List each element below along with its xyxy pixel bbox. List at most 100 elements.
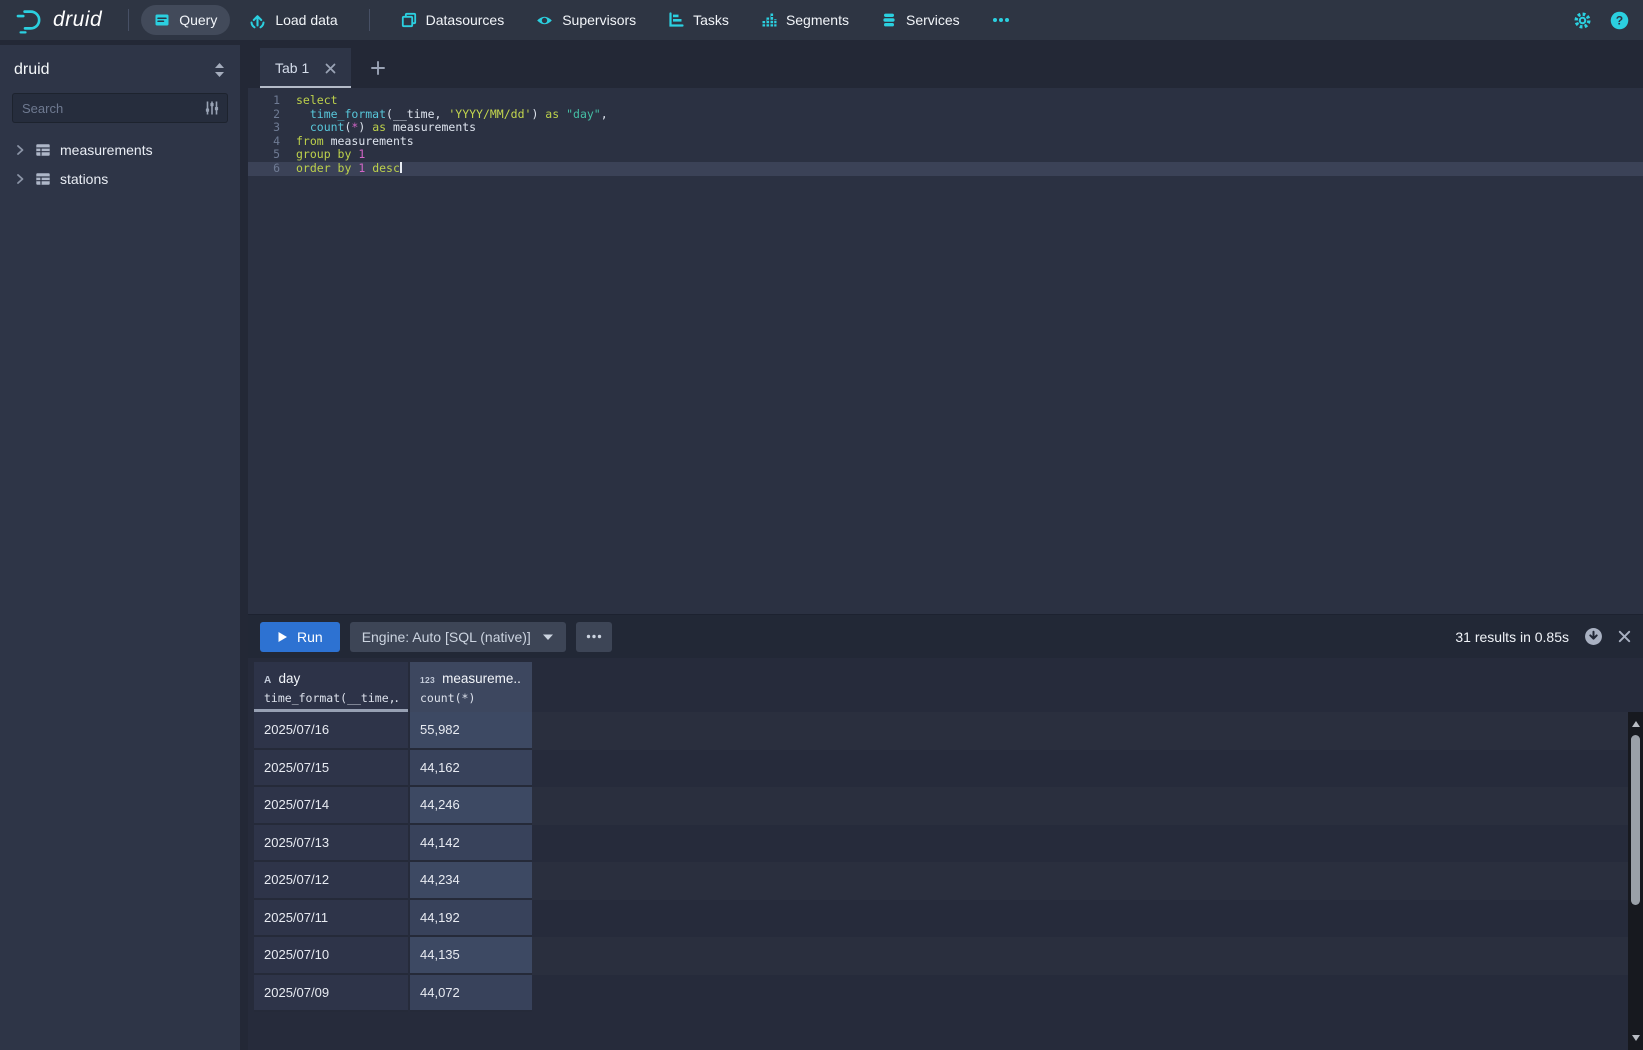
cell-measurements[interactable]: 44,192	[410, 900, 532, 938]
cell-day[interactable]: 2025/07/10	[254, 937, 408, 975]
row-filler	[532, 712, 1643, 750]
cell-measurements[interactable]: 44,234	[410, 862, 532, 900]
schema-sidebar: druid	[0, 45, 240, 1050]
filter-sliders-icon[interactable]	[204, 100, 220, 116]
line-number: 3	[248, 121, 280, 135]
cell-day[interactable]: 2025/07/11	[254, 900, 408, 938]
search-input[interactable]	[12, 93, 228, 123]
bar-chart-icon	[761, 12, 777, 28]
close-results-icon[interactable]	[1618, 630, 1631, 643]
cell-day[interactable]: 2025/07/09	[254, 975, 408, 1013]
table-label: measurements	[60, 142, 153, 158]
nav-item-label: Load data	[275, 12, 337, 28]
row-filler	[532, 975, 1643, 1013]
cell-measurements[interactable]: 55,982	[410, 712, 532, 750]
row-filler	[532, 900, 1643, 938]
engine-select[interactable]: Engine: Auto [SQL (native)]	[350, 622, 566, 652]
nav-item-tasks[interactable]: Tasks	[655, 5, 742, 35]
results-body: 2025/07/1655,9822025/07/1544,1622025/07/…	[254, 712, 1643, 1012]
help-icon[interactable]: ?	[1610, 11, 1629, 30]
column-name: day	[279, 671, 301, 686]
druid-logo[interactable]: druid	[14, 5, 102, 35]
table-label: stations	[60, 171, 108, 187]
line-number: 4	[248, 135, 280, 149]
settings-gear-icon[interactable]	[1573, 11, 1592, 30]
cell-day[interactable]: 2025/07/14	[254, 787, 408, 825]
console-icon	[154, 12, 170, 28]
caret-down-icon	[542, 633, 554, 641]
eye-icon	[536, 12, 553, 29]
row-filler	[532, 937, 1643, 975]
results-scrollbar[interactable]	[1628, 712, 1643, 1050]
cell-measurements[interactable]: 44,142	[410, 825, 532, 863]
nav-item-supervisors[interactable]: Supervisors	[523, 5, 649, 36]
query-tab-bar: Tab 1	[248, 48, 1643, 88]
datasources-icon	[401, 12, 417, 28]
chevron-right-icon	[14, 144, 26, 156]
download-icon[interactable]	[1584, 627, 1603, 646]
code-line[interactable]: 4from measurements	[248, 135, 1643, 149]
cell-day[interactable]: 2025/07/15	[254, 750, 408, 788]
cell-measurements[interactable]: 44,072	[410, 975, 532, 1013]
tab-close-icon[interactable]	[323, 61, 338, 76]
column-header-measurements[interactable]: 123 measureme... count(*)	[410, 662, 532, 712]
brand-wordmark: druid	[53, 8, 102, 32]
code-line[interactable]: 2 time_format(__time, 'YYYY/MM/dd') as "…	[248, 108, 1643, 122]
table-icon	[35, 142, 51, 158]
nav-item-label: Datasources	[426, 12, 505, 28]
nav-more-button[interactable]	[979, 10, 1023, 30]
nav-item-datasources[interactable]: Datasources	[388, 5, 518, 35]
nav-item-label: Services	[906, 12, 960, 28]
results-panel: A day time_format(__time,… 123 measureme…	[248, 658, 1643, 1050]
top-nav: druid Query Load data	[0, 0, 1643, 40]
add-tab-icon[interactable]	[367, 57, 389, 79]
table-row: 2025/07/1344,142	[254, 825, 1643, 863]
code-line[interactable]: 6order by 1 desc	[248, 162, 1643, 176]
run-button[interactable]: Run	[260, 622, 340, 652]
sidebar-item-measurements[interactable]: measurements	[12, 135, 228, 164]
scroll-down-arrow[interactable]	[1632, 1035, 1640, 1045]
nav-item-label: Tasks	[693, 12, 729, 28]
scroll-up-arrow[interactable]	[1632, 717, 1640, 727]
row-filler	[532, 787, 1643, 825]
code-line[interactable]: 3 count(*) as measurements	[248, 121, 1643, 135]
cell-day[interactable]: 2025/07/12	[254, 862, 408, 900]
sidebar-item-stations[interactable]: stations	[12, 164, 228, 193]
table-row: 2025/07/1655,982	[254, 712, 1643, 750]
code-line[interactable]: 1select	[248, 94, 1643, 108]
number-type-icon: 123	[420, 675, 435, 685]
chevron-right-icon	[14, 173, 26, 185]
cell-day[interactable]: 2025/07/13	[254, 825, 408, 863]
tab-label: Tab 1	[275, 60, 309, 76]
more-icon	[586, 634, 602, 639]
svg-text:?: ?	[1616, 13, 1623, 27]
upload-icon	[249, 12, 266, 29]
nav-item-services[interactable]: Services	[868, 5, 973, 35]
code-lines: 1select2 time_format(__time, 'YYYY/MM/dd…	[248, 94, 1643, 176]
more-icon	[992, 17, 1010, 23]
database-icon	[881, 12, 897, 28]
nav-item-segments[interactable]: Segments	[748, 5, 862, 35]
cell-day[interactable]: 2025/07/16	[254, 712, 408, 750]
line-number: 5	[248, 148, 280, 162]
nav-item-label: Query	[179, 12, 217, 28]
cell-measurements[interactable]: 44,162	[410, 750, 532, 788]
nav-divider	[369, 9, 370, 31]
cell-measurements[interactable]: 44,246	[410, 787, 532, 825]
nav-item-load-data[interactable]: Load data	[236, 5, 350, 36]
cell-measurements[interactable]: 44,135	[410, 937, 532, 975]
table-row: 2025/07/1044,135	[254, 937, 1643, 975]
scrollbar-thumb[interactable]	[1631, 735, 1640, 905]
query-more-button[interactable]	[576, 622, 612, 652]
column-header-day[interactable]: A day time_format(__time,…	[254, 662, 408, 712]
sort-carets-icon[interactable]	[213, 62, 226, 78]
play-icon	[277, 631, 288, 643]
tab-query-1[interactable]: Tab 1	[260, 48, 351, 88]
sql-editor[interactable]: 1select2 time_format(__time, 'YYYY/MM/dd…	[248, 88, 1643, 614]
code-line[interactable]: 5group by 1	[248, 148, 1643, 162]
line-number: 1	[248, 94, 280, 108]
column-expression: count(*)	[420, 691, 522, 705]
nav-item-query[interactable]: Query	[141, 5, 230, 35]
nav-item-label: Segments	[786, 12, 849, 28]
table-row: 2025/07/1444,246	[254, 787, 1643, 825]
